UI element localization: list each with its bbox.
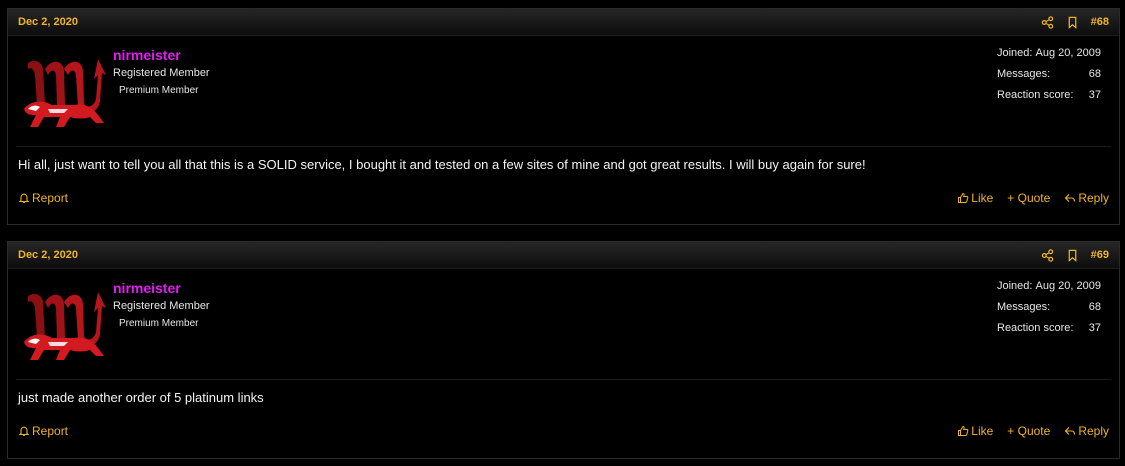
post-actions: Report Like + Quote Reply [8, 181, 1119, 215]
stat-label: Joined: [997, 280, 1033, 292]
user-stats: Joined: Aug 20, 2009 Messages: 68 Reacti… [997, 280, 1101, 343]
post-message: just made another order of 5 platinum li… [18, 390, 264, 405]
like-button[interactable]: Like [957, 191, 993, 205]
user-stats: Joined: Aug 20, 2009 Messages: 68 Reacti… [997, 47, 1101, 110]
post-header: Dec 2, 2020 #68 [8, 9, 1119, 36]
stat-value: 68 [1088, 68, 1101, 80]
stat-label: Joined: [997, 47, 1033, 59]
stat-messages: Messages: 68 [997, 301, 1101, 322]
post: Dec 2, 2020 #69 nirmeister Registered Me… [7, 241, 1120, 459]
like-label: Like [971, 424, 994, 438]
bookmark-icon[interactable] [1066, 249, 1079, 262]
post: Dec 2, 2020 #68 nirmeister Registered Me… [7, 8, 1120, 225]
user-banner: Premium Member [119, 85, 199, 96]
user-title: Registered Member [113, 300, 210, 312]
share-icon[interactable] [1041, 15, 1054, 29]
like-label: Like [971, 191, 994, 205]
user-banner: Premium Member [119, 318, 199, 329]
post-message: Hi all, just want to tell you all that t… [18, 157, 866, 172]
avatar[interactable] [18, 45, 114, 141]
stat-label: Reaction score: [997, 322, 1074, 334]
reply-icon [1064, 425, 1076, 437]
stat-value: 68 [1088, 301, 1101, 313]
thumbs-up-icon [957, 192, 969, 204]
stat-reaction-score: Reaction score: 37 [997, 322, 1101, 343]
post-actions: Report Like + Quote Reply [8, 414, 1119, 448]
username[interactable]: nirmeister [113, 280, 210, 296]
post-actions-right: Like + Quote Reply [957, 424, 1109, 438]
user-title: Registered Member [113, 67, 210, 79]
report-label: Report [32, 191, 69, 205]
user-info: nirmeister Registered Member Premium Mem… [113, 47, 210, 96]
stat-messages: Messages: 68 [997, 68, 1101, 89]
avatar-logo [24, 292, 106, 360]
quote-button[interactable]: + Quote [1007, 191, 1050, 205]
user-block: nirmeister Registered Member Premium Mem… [16, 36, 1111, 147]
stat-label: Messages: [997, 68, 1051, 80]
stat-value: Aug 20, 2009 [1035, 280, 1101, 292]
avatar[interactable] [18, 278, 114, 374]
user-info: nirmeister Registered Member Premium Mem… [113, 280, 210, 329]
reply-label: Reply [1078, 191, 1109, 205]
username[interactable]: nirmeister [113, 47, 210, 63]
like-button[interactable]: Like [957, 424, 993, 438]
post-number[interactable]: #68 [1091, 16, 1109, 28]
reply-button[interactable]: Reply [1064, 424, 1109, 438]
reply-icon [1064, 192, 1076, 204]
bookmark-icon[interactable] [1066, 16, 1079, 29]
post-header: Dec 2, 2020 #69 [8, 242, 1119, 269]
post-date[interactable]: Dec 2, 2020 [18, 16, 78, 28]
stat-value: 37 [1088, 322, 1101, 334]
stat-joined: Joined: Aug 20, 2009 [997, 280, 1101, 301]
stat-reaction-score: Reaction score: 37 [997, 89, 1101, 110]
user-block: nirmeister Registered Member Premium Mem… [16, 269, 1111, 380]
quote-label: + Quote [1007, 191, 1051, 205]
stat-label: Messages: [997, 301, 1051, 313]
reply-label: Reply [1078, 424, 1109, 438]
share-icon[interactable] [1041, 248, 1054, 262]
reply-button[interactable]: Reply [1064, 191, 1109, 205]
report-button[interactable]: Report [18, 191, 68, 205]
quote-button[interactable]: + Quote [1007, 424, 1050, 438]
thread: Dec 2, 2020 #68 nirmeister Registered Me… [0, 0, 1125, 466]
stat-value: 37 [1088, 89, 1101, 101]
post-number[interactable]: #69 [1091, 249, 1109, 261]
bell-icon [18, 425, 30, 437]
avatar-logo [24, 59, 106, 127]
report-label: Report [32, 424, 69, 438]
stat-label: Reaction score: [997, 89, 1074, 101]
report-button[interactable]: Report [18, 424, 68, 438]
thumbs-up-icon [957, 425, 969, 437]
bell-icon [18, 192, 30, 204]
stat-value: Aug 20, 2009 [1035, 47, 1101, 59]
stat-joined: Joined: Aug 20, 2009 [997, 47, 1101, 68]
post-actions-right: Like + Quote Reply [957, 191, 1109, 205]
quote-label: + Quote [1007, 424, 1051, 438]
post-date[interactable]: Dec 2, 2020 [18, 249, 78, 261]
